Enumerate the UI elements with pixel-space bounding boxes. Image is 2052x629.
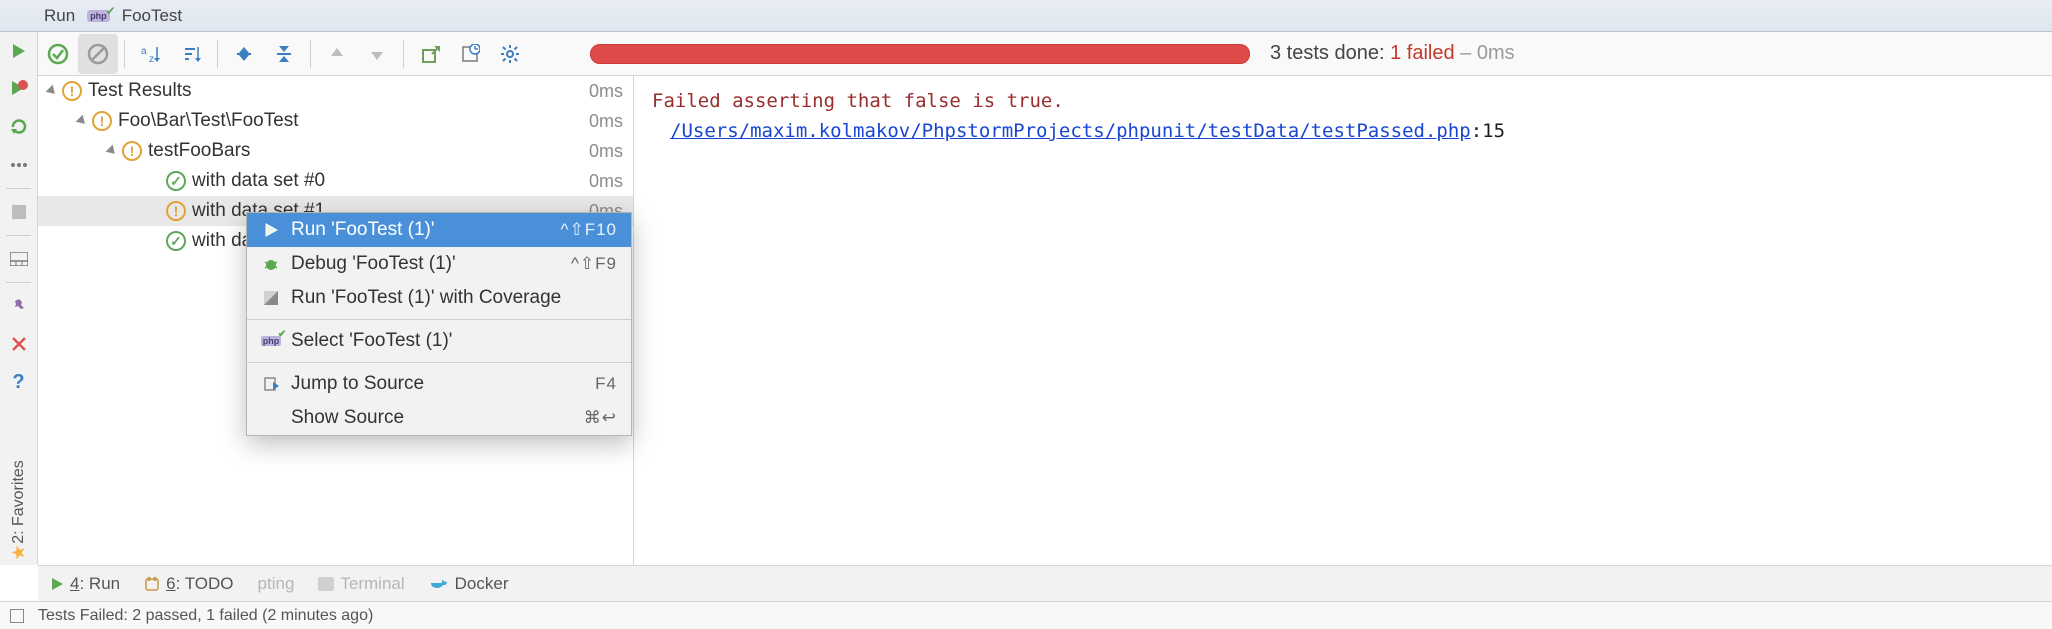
show-passed-toggle[interactable] xyxy=(38,34,78,74)
sort-alpha-button[interactable]: az xyxy=(131,34,171,74)
coverage-icon xyxy=(261,290,281,306)
context-menu: Run 'FooTest (1)' ^⇧F10 Debug 'FooTest (… xyxy=(246,212,632,436)
tool-window-bar: 4: Run 6: TODO pting Terminal Docker xyxy=(38,565,2052,601)
pin-button[interactable] xyxy=(0,287,37,325)
test-toolbar: az xyxy=(38,32,2052,76)
test-summary: 3 tests done: 1 failed – 0ms xyxy=(1270,42,1515,65)
status-text: Tests Failed: 2 passed, 1 failed (2 minu… xyxy=(38,607,373,625)
run-label: Run xyxy=(44,6,75,26)
status-bar: Tests Failed: 2 passed, 1 failed (2 minu… xyxy=(0,601,2052,629)
run-icon xyxy=(50,577,64,591)
chevron-down-icon[interactable] xyxy=(46,85,59,98)
ctx-run-shortcut: ^⇧F10 xyxy=(560,220,617,240)
ctx-debug-label: Debug 'FooTest (1)' xyxy=(291,253,456,275)
php-file-icon: php xyxy=(87,10,110,22)
help-button[interactable]: ? xyxy=(0,363,37,401)
ctx-select[interactable]: php✔ Select 'FooTest (1)' xyxy=(247,324,631,358)
export-results-button[interactable] xyxy=(410,34,450,74)
warn-icon: ! xyxy=(122,141,142,161)
run-config-name: FooTest xyxy=(122,6,182,26)
ctx-show[interactable]: Show Source ⌘↩ xyxy=(247,401,631,435)
toolwin-todo[interactable]: 6: TODO xyxy=(144,574,233,594)
star-icon: ★ xyxy=(8,544,29,560)
test-output[interactable]: Failed asserting that false is true. /Us… xyxy=(634,76,2052,565)
ctx-jump-label: Jump to Source xyxy=(291,373,424,395)
debug-toggle-button[interactable] xyxy=(0,70,37,108)
tree-group[interactable]: ! testFooBars 0ms xyxy=(38,136,633,166)
stop-button[interactable] xyxy=(0,193,37,231)
run-icon xyxy=(261,223,281,237)
close-button[interactable] xyxy=(0,325,37,363)
tree-row-0[interactable]: ✓ with data set #0 0ms xyxy=(38,166,633,196)
tree-group-label: testFooBars xyxy=(148,140,250,162)
file-lineno: :15 xyxy=(1471,120,1505,142)
tree-root-time: 0ms xyxy=(589,81,623,102)
summary-failed: 1 failed xyxy=(1390,42,1455,64)
tree-row-0-label: with data set #0 xyxy=(192,170,325,192)
tree-root[interactable]: ! Test Results 0ms xyxy=(38,76,633,106)
show-ignored-toggle[interactable] xyxy=(78,34,118,74)
ctx-show-shortcut: ⌘↩ xyxy=(584,408,617,428)
ctx-run-label: Run 'FooTest (1)' xyxy=(291,219,434,241)
ok-icon: ✓ xyxy=(166,231,186,251)
tree-row-0-time: 0ms xyxy=(589,171,623,192)
summary-time: – 0ms xyxy=(1455,42,1515,64)
dots-icon[interactable] xyxy=(0,146,37,184)
todo-icon xyxy=(144,576,160,592)
ctx-coverage-label: Run 'FooTest (1)' with Coverage xyxy=(291,287,561,309)
sort-duration-button[interactable] xyxy=(171,34,211,74)
toggle-auto-test-button[interactable] xyxy=(0,108,37,146)
docker-icon xyxy=(429,577,449,591)
toolwin-docker[interactable]: Docker xyxy=(429,574,509,594)
ctx-run[interactable]: Run 'FooTest (1)' ^⇧F10 xyxy=(247,213,631,247)
prev-failed-button[interactable] xyxy=(317,34,357,74)
chevron-down-icon[interactable] xyxy=(106,145,119,158)
ctx-jump[interactable]: Jump to Source F4 xyxy=(247,367,631,401)
ctx-jump-shortcut: F4 xyxy=(595,374,617,394)
collapse-all-button[interactable] xyxy=(264,34,304,74)
run-config-header: Run php FooTest xyxy=(0,0,2052,32)
rerun-button[interactable] xyxy=(0,32,37,70)
ctx-debug[interactable]: Debug 'FooTest (1)' ^⇧F9 xyxy=(247,247,631,281)
svg-text:z: z xyxy=(149,54,154,64)
toolwin-terminal[interactable]: Terminal xyxy=(318,574,404,594)
toolwin-hidden: pting xyxy=(258,574,295,594)
tree-suite[interactable]: ! Foo\Bar\Test\FooTest 0ms xyxy=(38,106,633,136)
file-link[interactable]: /Users/maxim.kolmakov/PhpstormProjects/p… xyxy=(652,120,1471,142)
terminal-icon xyxy=(318,577,334,591)
test-progress-bar xyxy=(590,44,1250,64)
chevron-down-icon[interactable] xyxy=(76,115,89,128)
jump-icon xyxy=(261,376,281,392)
toolwin-run[interactable]: 4: Run xyxy=(50,574,120,594)
ok-icon: ✓ xyxy=(166,171,186,191)
history-button[interactable] xyxy=(450,34,490,74)
status-indicator-icon[interactable] xyxy=(10,609,24,623)
error-message: Failed asserting that false is true. xyxy=(652,86,2034,116)
settings-gear-button[interactable] xyxy=(490,34,530,74)
tree-suite-time: 0ms xyxy=(589,111,623,132)
tree-suite-label: Foo\Bar\Test\FooTest xyxy=(118,110,299,132)
svg-text:a: a xyxy=(141,46,147,57)
favorites-toolwin-tab[interactable]: 2: Favorites ★ xyxy=(0,437,38,567)
expand-all-button[interactable] xyxy=(224,34,264,74)
warn-icon: ! xyxy=(166,201,186,221)
tree-root-label: Test Results xyxy=(88,80,191,102)
next-failed-button[interactable] xyxy=(357,34,397,74)
tree-group-time: 0ms xyxy=(589,141,623,162)
warn-icon: ! xyxy=(62,81,82,101)
summary-prefix: 3 tests done: xyxy=(1270,42,1390,64)
ctx-coverage[interactable]: Run 'FooTest (1)' with Coverage xyxy=(247,281,631,315)
php-file-icon: php✔ xyxy=(261,336,281,346)
ctx-select-label: Select 'FooTest (1)' xyxy=(291,330,452,352)
layout-button[interactable] xyxy=(0,240,37,278)
favorites-label: 2: Favorites xyxy=(10,460,28,544)
ctx-debug-shortcut: ^⇧F9 xyxy=(571,254,617,274)
ctx-show-label: Show Source xyxy=(291,407,404,429)
warn-icon: ! xyxy=(92,111,112,131)
bug-icon xyxy=(261,256,281,272)
